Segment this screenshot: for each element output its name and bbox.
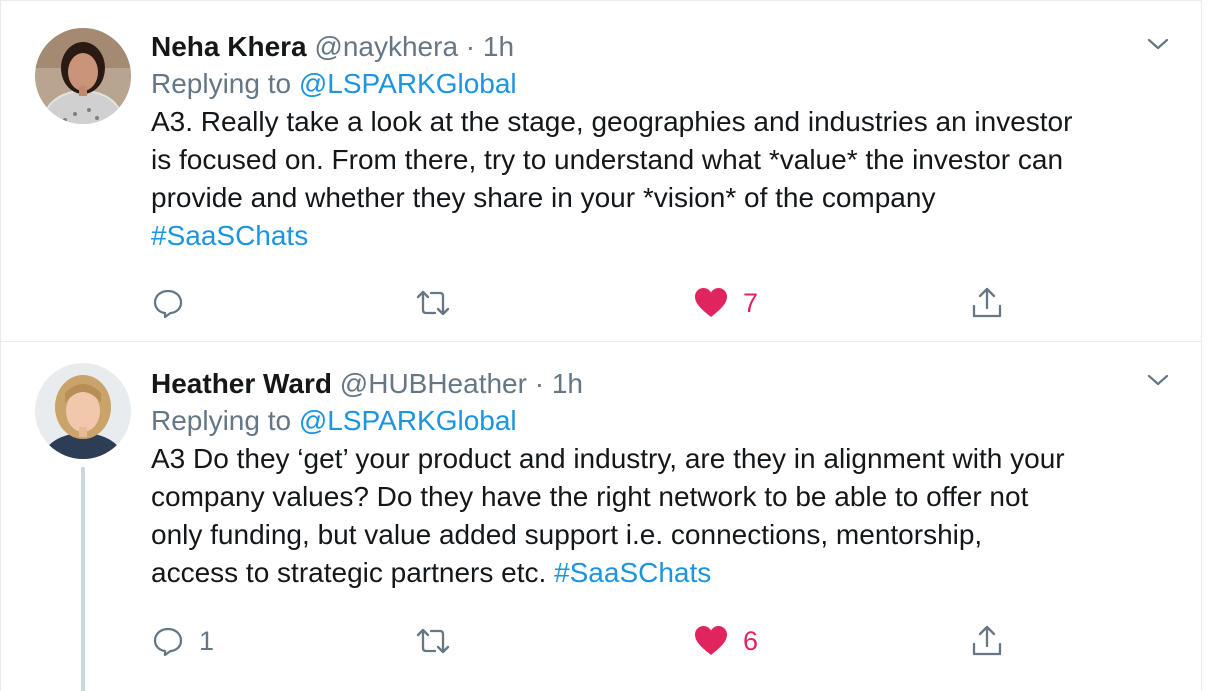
retweet-button[interactable]: [413, 283, 467, 323]
replying-to-label: Replying to: [151, 68, 292, 99]
tweet-text-line: provide and whether they share in your *…: [151, 182, 936, 213]
avatar-photo: [35, 363, 131, 459]
replying-to-link[interactable]: @LSPARKGlobal: [299, 405, 517, 436]
like-count: 6: [743, 625, 759, 656]
share-icon: [969, 623, 1005, 659]
tweet[interactable]: Heather Ward @HUBHeather · 1h Replying t…: [1, 341, 1201, 691]
like-count: 7: [743, 287, 759, 318]
heart-icon: [693, 624, 729, 658]
author-name[interactable]: Neha Khera: [151, 31, 307, 62]
replying-to: Replying to @LSPARKGlobal: [151, 402, 1165, 440]
share-button[interactable]: [969, 621, 1005, 661]
retweet-icon: [413, 624, 453, 658]
hashtag-link[interactable]: #SaaSChats: [554, 557, 711, 588]
tweet-header: Neha Khera @naykhera · 1h: [151, 29, 1165, 65]
tweet-header: Heather Ward @HUBHeather · 1h: [151, 366, 1165, 402]
avatar[interactable]: [35, 363, 131, 459]
heart-icon: [693, 286, 729, 320]
tweet-content: Heather Ward @HUBHeather · 1h Replying t…: [151, 366, 1165, 592]
timestamp[interactable]: 1h: [552, 368, 583, 399]
author-handle[interactable]: @HUBHeather: [340, 368, 527, 399]
avatar[interactable]: [35, 28, 131, 124]
like-button[interactable]: 7: [693, 283, 758, 323]
replying-to: Replying to @LSPARKGlobal: [151, 65, 1165, 103]
tweet-actions: 1 6: [151, 621, 1031, 661]
thread-connector-line: [81, 467, 85, 691]
author-handle[interactable]: @naykhera: [314, 31, 458, 62]
share-button[interactable]: [969, 283, 1005, 323]
author-name[interactable]: Heather Ward: [151, 368, 332, 399]
share-icon: [969, 285, 1005, 321]
timestamp[interactable]: 1h: [483, 31, 514, 62]
retweet-icon: [413, 286, 453, 320]
tweet-text-line: is focused on. From there, try to unders…: [151, 144, 1064, 175]
reply-count: 1: [199, 625, 215, 656]
tweet-text-line: A3. Really take a look at the stage, geo…: [151, 106, 1073, 137]
like-button[interactable]: 6: [693, 621, 758, 661]
tweet-text-line: access to strategic partners etc.: [151, 557, 547, 588]
retweet-button[interactable]: [413, 621, 467, 661]
reply-icon: [151, 286, 185, 320]
tweet-content: Neha Khera @naykhera · 1h Replying to @L…: [151, 29, 1165, 255]
chevron-down-icon[interactable]: [1145, 31, 1171, 57]
reply-icon: [151, 624, 185, 658]
reply-button[interactable]: 1: [151, 621, 214, 661]
tweet-text-line: company values? Do they have the right n…: [151, 481, 1029, 512]
separator-dot: ·: [465, 31, 476, 62]
separator-dot: ·: [534, 368, 545, 399]
replying-to-link[interactable]: @LSPARKGlobal: [299, 68, 517, 99]
tweet-text-line: A3 Do they ‘get’ your product and indust…: [151, 443, 1065, 474]
hashtag-link[interactable]: #SaaSChats: [151, 220, 308, 251]
reply-button[interactable]: [151, 283, 199, 323]
chevron-down-icon[interactable]: [1145, 367, 1171, 393]
tweet-text-line: only funding, but value added support i.…: [151, 519, 983, 550]
avatar-photo: [35, 28, 131, 124]
tweet-actions: 7: [151, 283, 1031, 323]
tweet[interactable]: Neha Khera @naykhera · 1h Replying to @L…: [1, 0, 1201, 342]
timeline: Neha Khera @naykhera · 1h Replying to @L…: [0, 0, 1202, 691]
tweet-text: A3. Really take a look at the stage, geo…: [151, 103, 1165, 255]
replying-to-label: Replying to: [151, 405, 292, 436]
tweet-text: A3 Do they ‘get’ your product and indust…: [151, 440, 1165, 592]
